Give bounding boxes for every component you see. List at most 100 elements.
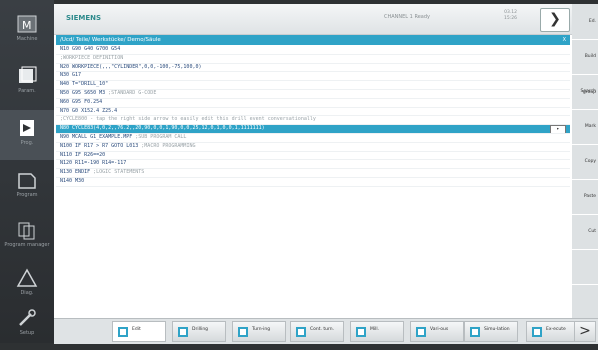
nav-diagnostics[interactable]: Program manager [0,212,54,262]
right-softkey[interactable] [572,284,598,320]
softkey-contour[interactable]: Cont. turn. [290,321,344,342]
code-text: N30 G17 [60,72,82,79]
right-softkey[interactable]: Mark [572,109,598,145]
nav-parameters-label: Param. [18,88,36,94]
right-softkey[interactable]: Cut [572,214,598,250]
code-line[interactable]: N10 G90 G40 G700 G54 [56,46,570,55]
siemens-logo: SIEMENS [66,14,102,22]
code-text: N90 MCALL G1_EXAMPLE.MPF [60,133,133,140]
right-softkey-bar: Ed. Build group Search Mark Copy Paste Cut [572,4,598,320]
nav-diagnostics-label: Program manager [4,242,50,248]
code-line-selected[interactable]: N80 CYCLE83(4,0,2,,76.2,,20,90,0,0,1,90,… [56,125,570,134]
file-path-bar: /Ucd/ Teile/ Werkstücke/ Demo/Säule X [56,35,570,45]
editor-panel: SIEMENS CHANNEL 1 Ready 03.12 15:26 ❯ /U… [54,4,572,318]
drill-icon [177,326,189,338]
softkey-label: Vari-ous [430,327,449,332]
nav-machine-label: Machine [16,36,38,42]
contour-icon [295,326,307,338]
nav-machine[interactable]: M Machine [0,6,54,56]
next-softkeys-button[interactable]: > [574,321,596,342]
edit-cycle-icon[interactable]: ▸ [550,125,566,133]
nav-setup-label: Diag. [20,290,34,296]
code-text: N70 G0 X152.4 Z25.4 [60,107,118,114]
right-softkey[interactable] [572,249,598,285]
code-text: N10 G90 G40 G700 G54 [60,46,121,52]
editor-icon [117,326,129,338]
diagnostics-icon [16,220,38,240]
parameter-icon [16,66,38,86]
code-line[interactable]: ;CYCLE800 - tap the right side arrow to … [56,116,570,126]
left-navigation-bar: M Machine Param. Prog. Program Program m… [0,0,54,343]
softkey-label: Mill. [370,327,380,332]
code-comment: ;CYCLE800 - tap the right side arrow to … [60,116,316,123]
softkey-label: Simu-lation [484,327,510,332]
code-text: N50 G95 S650 M3 [60,89,106,96]
turn-icon [237,326,249,338]
code-line[interactable]: N110 IF R26==20 [56,152,570,161]
code-comment: ;SUB PROGRAM CALL [132,133,187,140]
code-line[interactable]: N90 MCALL G1_EXAMPLE.MPF ;SUB PROGRAM CA… [56,134,570,143]
nav-program-manager[interactable]: Program [0,162,54,212]
code-line[interactable]: ;WORKPIECE DEFINITION [56,55,570,64]
bottom-softkey-bar: Edit Drilling Turn-ing Cont. turn. Mill. Vari… [54,318,598,344]
close-file-button[interactable]: X [563,35,566,45]
machine-icon: M [16,14,38,34]
mill-icon [355,326,367,338]
warning-triangle-icon [16,268,38,288]
simulate-icon [469,326,481,338]
nav-program-manager-label: Program [16,192,38,198]
code-line[interactable]: N20 WORKPIECE(,,,"CYLINDER",0,0,-100,-75… [56,64,570,73]
nav-program[interactable]: Prog. [0,110,54,160]
date-time: 03.12 15:26 [504,10,517,21]
program-icon [16,118,38,138]
code-text: N130 ENDIF [60,169,91,176]
softkey-label: Ex-ecute [546,327,566,332]
code-comment: ;WORKPIECE DEFINITION [60,54,124,61]
program-manager-icon [16,170,38,190]
code-text: N120 R11=-190 R14=-117 [60,160,127,167]
header-bar: SIEMENS CHANNEL 1 Ready 03.12 15:26 ❯ [54,4,572,35]
right-softkey[interactable]: Build group [572,39,598,95]
softkey-edit[interactable]: Edit [112,321,166,342]
svg-text:M: M [22,19,32,32]
code-line[interactable]: N140 M30 [56,178,570,187]
softkey-label: Turn-ing [252,327,271,332]
softkey-drilling[interactable]: Drilling [172,321,226,342]
recall-button[interactable]: ❯ [540,8,570,32]
channel-status: CHANNEL 1 Ready [384,14,430,20]
right-softkey[interactable]: Copy [572,144,598,180]
code-text: N110 IF R26==20 [60,151,106,158]
right-softkey[interactable]: Paste [572,179,598,215]
softkey-simulate[interactable]: Simu-lation [464,321,518,342]
code-line[interactable]: N30 G17 [56,72,570,82]
softkey-turning[interactable]: Turn-ing [232,321,286,342]
code-text: N60 G95 F0.254 [60,98,103,105]
code-text: N40 T="DRILL_10" [60,81,109,88]
code-line[interactable]: N60 G95 F0.254 [56,99,570,108]
code-line[interactable]: N120 R11=-190 R14=-117 [56,160,570,170]
softkey-label: Cont. turn. [310,327,335,332]
code-text: N20 WORKPIECE(,,,"CYLINDER",0,0,-100,-75… [60,63,202,70]
softkey-milling[interactable]: Mill. [350,321,404,342]
gcode-editor[interactable]: N10 G90 G40 G700 G54 ;WORKPIECE DEFINITIO… [56,46,570,296]
nav-service-label: Setup [19,330,35,336]
softkey-label: Edit [132,327,141,332]
softkey-label: Drilling [192,327,209,332]
code-line[interactable]: N50 G95 S650 M3 ;STANDARD G-CODE [56,90,570,99]
right-softkey[interactable]: Ed. [572,4,598,40]
wrench-icon [16,308,38,328]
code-text: N80 CYCLE83(4,0,2,,76.2,,20,90,0,0,1,90,… [60,125,265,132]
various-icon [415,326,427,338]
execute-icon [531,326,543,338]
right-softkey[interactable]: Search [572,74,598,110]
code-comment: ;MACRO PROGRAMMING [138,142,196,149]
code-line[interactable]: N70 G0 X152.4 Z25.4 [56,108,570,117]
softkey-various[interactable]: Vari-ous [410,321,464,342]
code-text: N140 M30 [60,177,85,184]
code-line[interactable]: N130 ENDIF ;LOGIC STATEMENTS [56,169,570,178]
nav-program-label: Prog. [20,140,34,146]
code-line[interactable]: N40 T="DRILL_10" [56,81,570,90]
code-line[interactable]: N100 IF R17 > R7 GOTO L013 ;MACRO PROGRA… [56,143,570,152]
nav-parameters[interactable]: Param. [0,58,54,108]
softkey-execute[interactable]: Ex-ecute [526,321,580,342]
